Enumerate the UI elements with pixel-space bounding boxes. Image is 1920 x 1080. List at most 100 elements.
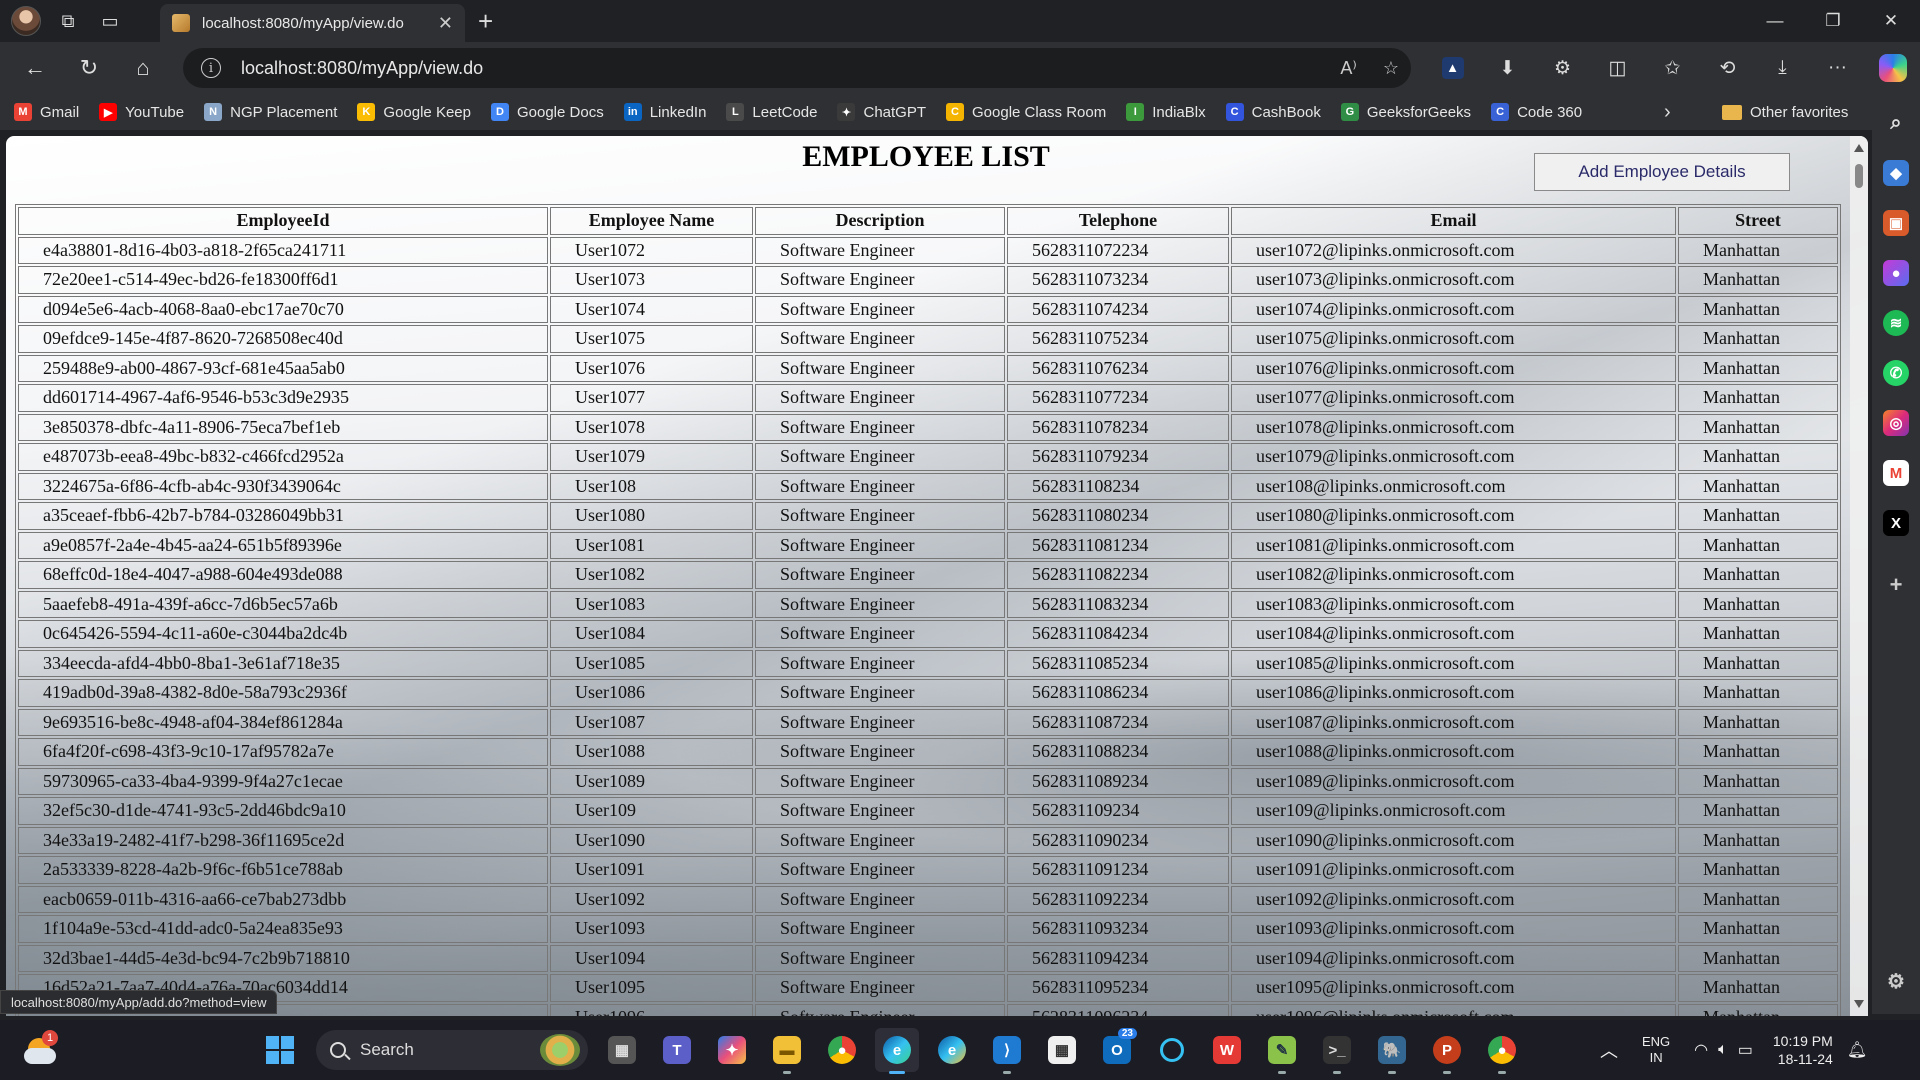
- page-scrollbar[interactable]: [1850, 136, 1868, 1016]
- cell-telephone: 5628311080234: [1007, 502, 1229, 530]
- download-extension-icon[interactable]: ⬇: [1480, 48, 1535, 88]
- sidebar-x-icon[interactable]: X: [1883, 510, 1909, 536]
- chrome-icon[interactable]: ●: [820, 1028, 864, 1072]
- sidebar-search-icon[interactable]: ⌕: [1883, 110, 1909, 136]
- wps-office-icon[interactable]: W: [1205, 1028, 1249, 1072]
- clock[interactable]: 10:19 PM 18-11-24: [1773, 1032, 1833, 1068]
- cell-email: user1086@lipinks.onmicrosoft.com: [1231, 679, 1676, 707]
- favorite-star-icon[interactable]: ☆: [1383, 58, 1399, 79]
- cell-telephone: 5628311086234: [1007, 679, 1229, 707]
- microsoft-store-icon[interactable]: ▦: [1040, 1028, 1084, 1072]
- extensions-icon[interactable]: ⚙: [1535, 48, 1590, 88]
- close-window-button[interactable]: ✕: [1862, 0, 1920, 42]
- history-icon[interactable]: ⟲: [1700, 48, 1755, 88]
- sidebar-copilot-icon[interactable]: ●: [1883, 260, 1909, 286]
- teams-icon[interactable]: T: [655, 1028, 699, 1072]
- edge-canary-icon[interactable]: e: [930, 1028, 974, 1072]
- bookmark-chatgpt[interactable]: ✦ ChatGPT: [837, 103, 926, 121]
- postgresql-icon[interactable]: 🐘: [1370, 1028, 1414, 1074]
- show-hidden-icons-icon[interactable]: ︿: [1600, 1037, 1618, 1063]
- bookmark-code-360[interactable]: C Code 360: [1491, 103, 1582, 121]
- minimize-button[interactable]: —: [1746, 0, 1804, 42]
- site-info-icon[interactable]: i: [201, 58, 221, 78]
- table-row: 16d52a21-7aa7-40d4-a76a-70ac6034dd14 User…: [18, 974, 1838, 1002]
- terminal-icon[interactable]: >_: [1315, 1028, 1359, 1074]
- copilot-icon[interactable]: [1865, 48, 1920, 88]
- sidebar-shopping-icon[interactable]: ◆: [1883, 160, 1909, 186]
- table-row: a9e0857f-2a4e-4b45-aa24-651b5f89396e User…: [18, 531, 1838, 559]
- cell-description: Software Engineer: [755, 295, 1005, 323]
- home-button[interactable]: ⌂: [116, 48, 170, 88]
- language-code: ENG: [1642, 1034, 1671, 1049]
- refresh-button[interactable]: ↻: [62, 48, 116, 88]
- bookmark-linkedin[interactable]: in LinkedIn: [623, 103, 706, 121]
- split-screen-icon[interactable]: ◫: [1590, 48, 1645, 88]
- tab-actions-icon[interactable]: ▭: [94, 5, 126, 37]
- chatgpt-icon: ✦: [837, 103, 856, 121]
- restore-button[interactable]: ❐: [1804, 0, 1862, 42]
- other-favorites-folder[interactable]: Other favorites: [1722, 94, 1848, 130]
- cell-employee-id: 72e20ee1-c514-49ec-bd26-fe18300ff6d1: [18, 266, 548, 294]
- bookmark-indiablx[interactable]: I IndiaBlx: [1126, 103, 1206, 121]
- more-menu-icon[interactable]: ···: [1810, 48, 1865, 88]
- geeksforgeeks-icon: G: [1340, 103, 1359, 121]
- powerpoint-icon[interactable]: P: [1425, 1028, 1469, 1074]
- cell-employee-id: 6fa4f20f-c698-43f3-9c10-17af95782a7e: [18, 738, 548, 766]
- cell-employee-name: User1080: [550, 502, 753, 530]
- cell-street: Manhattan: [1678, 502, 1838, 530]
- favorites-icon[interactable]: ✩: [1645, 48, 1700, 88]
- copilot-taskbar-icon[interactable]: ✦: [710, 1028, 754, 1072]
- back-button[interactable]: ←: [8, 48, 62, 88]
- address-bar[interactable]: i localhost:8080/myApp/view.do A⁾ ☆: [183, 48, 1411, 88]
- extension-icon[interactable]: ▲: [1425, 48, 1480, 88]
- cortana-icon[interactable]: [1150, 1028, 1194, 1072]
- tab-view[interactable]: localhost:8080/myApp/view.do ✕: [160, 4, 465, 42]
- vscode-icon[interactable]: ⟩: [985, 1028, 1029, 1074]
- other-favorites-label: Other favorites: [1750, 103, 1849, 121]
- workspaces-icon[interactable]: ⧉: [52, 5, 84, 37]
- sidebar-add-icon[interactable]: +: [1883, 572, 1909, 598]
- scroll-up-arrow-icon[interactable]: [1854, 144, 1864, 152]
- scroll-down-arrow-icon[interactable]: [1854, 1000, 1864, 1008]
- notepad-plus-icon[interactable]: ✎: [1260, 1028, 1304, 1074]
- tab-close-icon[interactable]: ✕: [438, 13, 453, 34]
- profile-avatar[interactable]: [10, 5, 42, 37]
- task-view-icon[interactable]: ▦: [600, 1028, 644, 1072]
- battery-icon[interactable]: ▭: [1738, 1040, 1753, 1060]
- wifi-icon[interactable]: ◠: [1694, 1040, 1708, 1060]
- file-explorer-icon[interactable]: ▬: [765, 1028, 809, 1074]
- sidebar-settings-icon[interactable]: ⚙: [1883, 968, 1909, 994]
- cell-email: user1090@lipinks.onmicrosoft.com: [1231, 826, 1676, 854]
- taskbar-search[interactable]: Search: [316, 1030, 588, 1070]
- bookmark-google-keep[interactable]: K Google Keep: [357, 103, 471, 121]
- bookmark-cashbook[interactable]: C CashBook: [1225, 103, 1321, 121]
- sidebar-instagram-icon[interactable]: ◎: [1883, 410, 1909, 436]
- sidebar-spotify-icon[interactable]: ≋: [1883, 310, 1909, 336]
- bookmark-gmail[interactable]: M Gmail: [14, 103, 79, 121]
- add-employee-button[interactable]: Add Employee Details: [1534, 153, 1790, 191]
- cell-employee-name: User1078: [550, 413, 753, 441]
- new-tab-button[interactable]: +: [478, 6, 493, 36]
- start-button-icon[interactable]: [266, 1036, 294, 1064]
- scrollbar-thumb[interactable]: [1855, 164, 1863, 188]
- volume-icon[interactable]: 🔈︎: [1718, 1041, 1728, 1059]
- bookmark-leetcode[interactable]: L LeetCode: [726, 103, 817, 121]
- read-aloud-icon[interactable]: A⁾: [1340, 58, 1356, 79]
- bookmark-geeksforgeeks[interactable]: G GeeksforGeeks: [1340, 103, 1471, 121]
- outlook-icon[interactable]: O 23: [1095, 1028, 1139, 1072]
- sidebar-gmail-icon[interactable]: M: [1883, 460, 1909, 486]
- language-indicator[interactable]: ENG IN: [1642, 1034, 1670, 1066]
- bookmarks-more-chevron-icon[interactable]: ›: [1664, 94, 1671, 130]
- downloads-icon[interactable]: ⤓: [1755, 48, 1810, 88]
- bookmark-google-class-room[interactable]: C Google Class Room: [946, 103, 1106, 121]
- weather-widget-icon[interactable]: 1: [22, 1030, 58, 1068]
- notifications-bell-icon[interactable]: 🔔︎: [1847, 1040, 1867, 1060]
- bookmark-youtube[interactable]: ▶ YouTube: [99, 103, 184, 121]
- edge-icon[interactable]: e: [875, 1028, 919, 1074]
- chrome-profile-icon[interactable]: ●: [1480, 1028, 1524, 1074]
- bookmark-google-docs[interactable]: D Google Docs: [490, 103, 604, 121]
- sidebar-whatsapp-icon[interactable]: ✆: [1883, 360, 1909, 386]
- bookmark-ngp-placement[interactable]: N NGP Placement: [204, 103, 337, 121]
- sidebar-tools-icon[interactable]: ▣: [1883, 210, 1909, 236]
- address-url[interactable]: localhost:8080/myApp/view.do: [241, 58, 483, 79]
